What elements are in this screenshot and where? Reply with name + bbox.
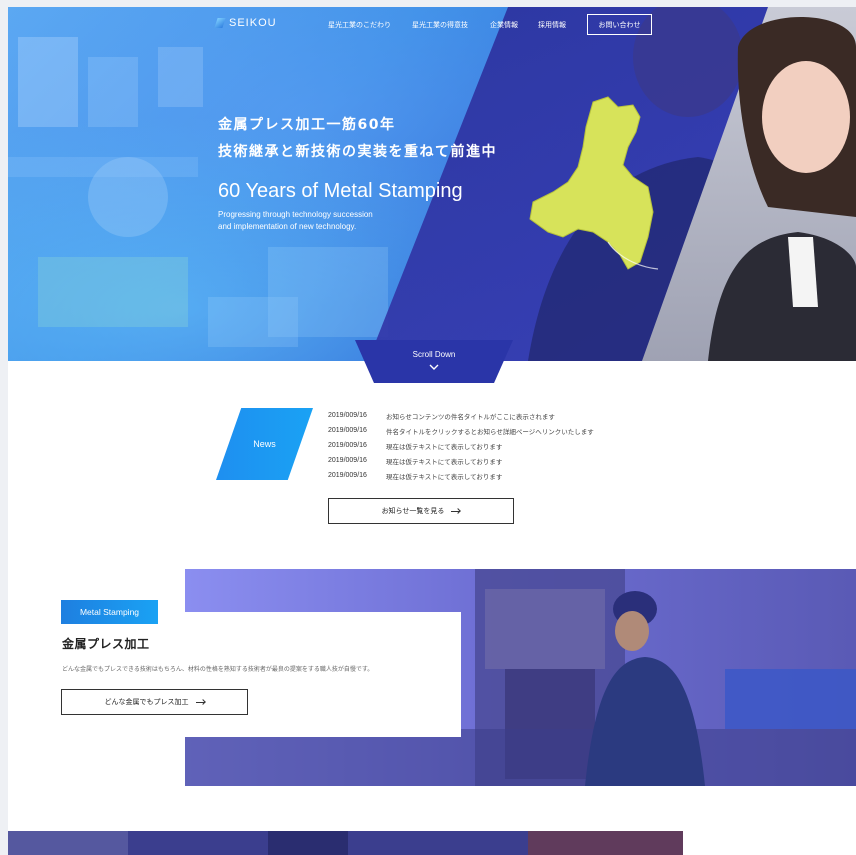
news-date: 2019/009/16 [328, 472, 367, 479]
next-section-photo [8, 831, 683, 855]
logo[interactable]: SEIKOU [214, 17, 277, 29]
nav-item-company[interactable]: 企業情報 [490, 20, 518, 30]
hero-subtitle-line2: and implementation of new technology. [218, 222, 357, 231]
news-date: 2019/009/16 [328, 427, 367, 434]
news-item[interactable]: 2019/009/16 現在は仮テキストにて表示しております [328, 453, 594, 468]
news-date: 2019/009/16 [328, 412, 367, 419]
news-more-label: お知らせ一覧を見る [381, 507, 445, 515]
logo-text: SEIKOU [229, 17, 277, 29]
hero-headline-line1: 金属プレス加工一筋60年 [218, 117, 396, 133]
news-badge-label: News [253, 439, 276, 449]
metal-stamping-card [61, 612, 461, 737]
metal-stamping-button[interactable]: どんな金属でもプレス加工 [61, 689, 248, 715]
news-item[interactable]: 2019/009/16 お知らせコンテンツの件名タイトルがここに表示されます [328, 408, 594, 423]
metal-stamping-title: 金属プレス加工 [62, 637, 150, 651]
news-item[interactable]: 2019/009/16 件名タイトルをクリックするとお知らせ詳細ページへリンクい… [328, 423, 594, 438]
news-title[interactable]: 現在は仮テキストにて表示しております [386, 471, 502, 481]
news-list: 2019/009/16 お知らせコンテンツの件名タイトルがここに表示されます 2… [328, 408, 594, 483]
contact-button[interactable]: お問い合わせ [587, 14, 652, 35]
news-item[interactable]: 2019/009/16 現在は仮テキストにて表示しております [328, 438, 594, 453]
hero-headline-line2: 技術継承と新技術の実装を重ねて前進中 [218, 144, 497, 160]
scroll-down-button[interactable]: Scroll Down [355, 340, 513, 383]
chevron-down-icon [429, 364, 439, 370]
news-title[interactable]: お知らせコンテンツの件名タイトルがここに表示されます [386, 411, 555, 421]
arrow-right-icon [195, 701, 205, 703]
news-date: 2019/009/16 [328, 442, 367, 449]
hero-english-title: 60 Years of Metal Stamping [218, 180, 463, 202]
metal-stamping-tag: Metal Stamping [61, 600, 158, 624]
metal-stamping-description: どんな金属でもプレスできる技術はもちろん、材料の性格を熟知する技術者が最良の提案… [62, 666, 374, 673]
nav-item-tokuiwaza[interactable]: 星光工業の得意技 [412, 20, 468, 30]
nav-item-recruit[interactable]: 採用情報 [538, 20, 566, 30]
hero-section: SEIKOU 星光工業のこだわり 星光工業の得意技 企業情報 採用情報 お問い合… [8, 7, 856, 361]
hero-subtitle-line1: Progressing through technology successio… [218, 210, 373, 219]
nav-item-kodawari[interactable]: 星光工業のこだわり [328, 20, 391, 30]
news-title[interactable]: 現在は仮テキストにて表示しております [386, 456, 502, 466]
page: SEIKOU 星光工業のこだわり 星光工業の得意技 企業情報 採用情報 お問い合… [8, 7, 856, 855]
news-item[interactable]: 2019/009/16 現在は仮テキストにて表示しております [328, 468, 594, 483]
scroll-down-label: Scroll Down [412, 350, 456, 359]
news-date: 2019/009/16 [328, 457, 367, 464]
news-title[interactable]: 現在は仮テキストにて表示しております [386, 441, 502, 451]
arrow-right-icon [451, 510, 461, 512]
metal-stamping-button-label: どんな金属でもプレス加工 [104, 698, 189, 706]
news-title[interactable]: 件名タイトルをクリックするとお知らせ詳細ページへリンクいたします [386, 426, 594, 436]
logo-mark-icon [214, 18, 226, 28]
news-more-button[interactable]: お知らせ一覧を見る [328, 498, 514, 524]
news-badge: News [216, 408, 313, 480]
